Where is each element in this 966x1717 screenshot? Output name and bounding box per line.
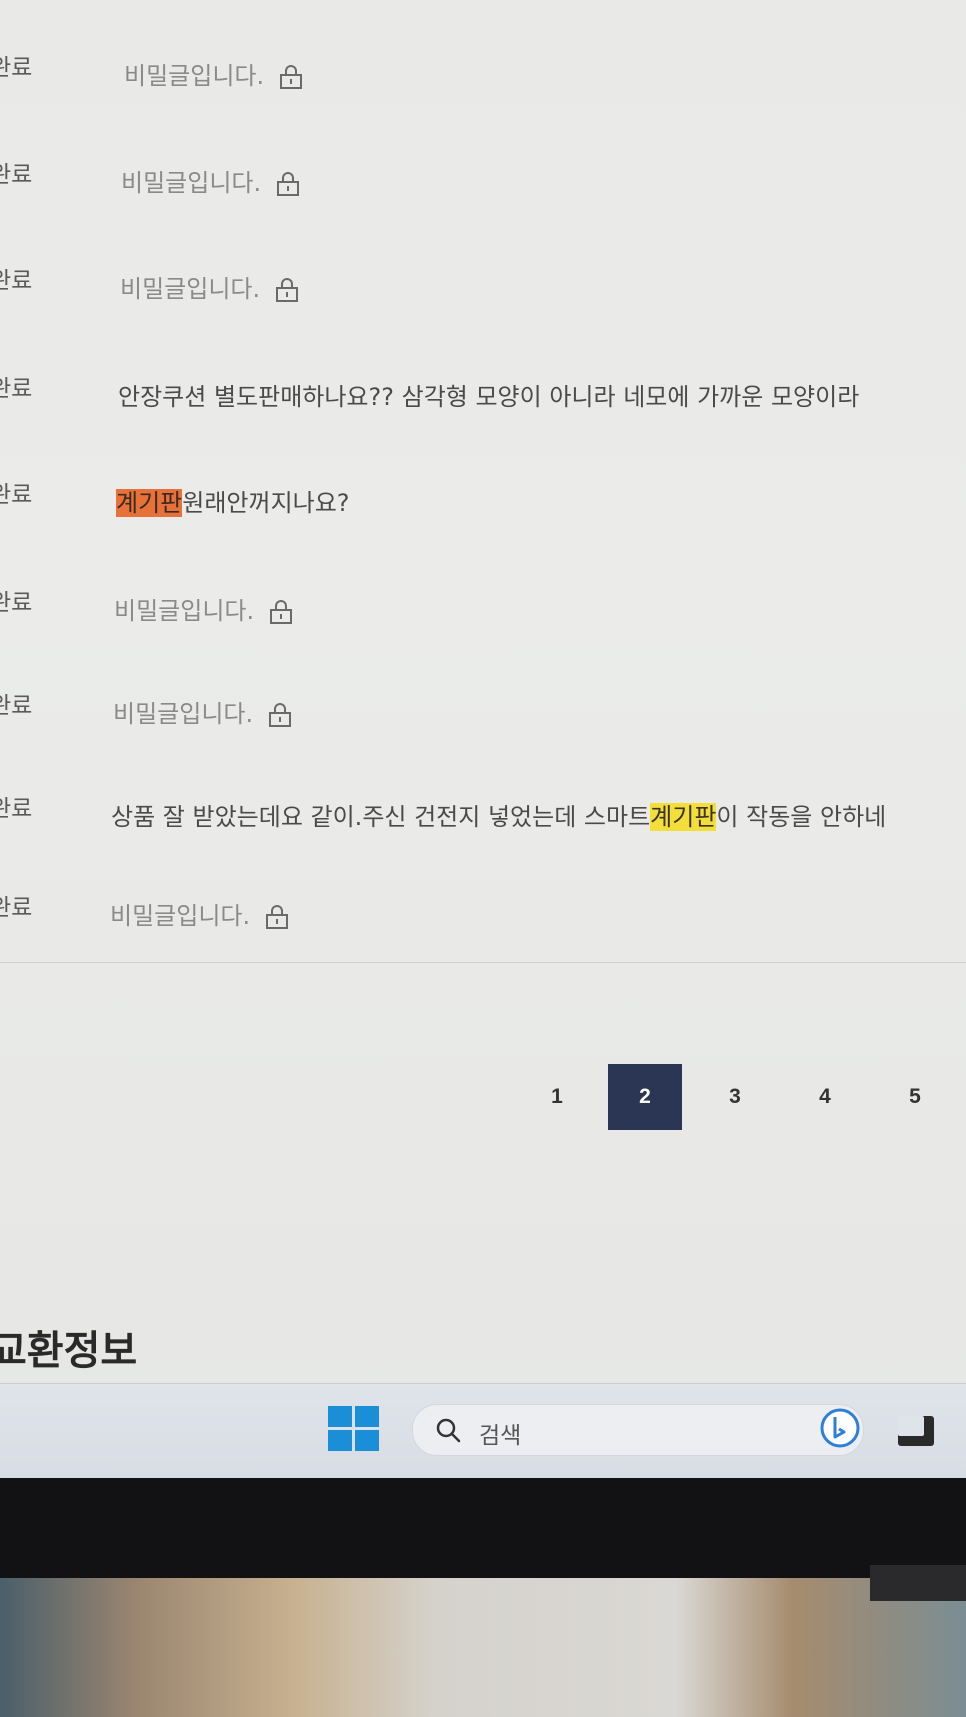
post-title[interactable]: 비밀글입니다. [121, 163, 301, 198]
lock-icon [269, 703, 292, 727]
answer-status: 완료 [0, 376, 33, 402]
post-title[interactable]: 상품 잘 받았는데요 같이.주신 건전지 넣었는데 스마트계기판이 작동을 안하… [111, 797, 886, 832]
lock-icon [276, 278, 299, 302]
post-title[interactable]: 비밀글입니다. [114, 591, 294, 626]
search-highlight: 계기판 [650, 803, 717, 831]
answer-status: 완료 [0, 693, 33, 719]
section-title: 교환정보 [0, 1328, 138, 1374]
table-row[interactable]: 완료 계기판원래안꺼지나요? [0, 475, 966, 535]
search-icon [436, 1418, 461, 1443]
search-highlight: 계기판 [116, 489, 183, 517]
lock-icon [270, 600, 293, 624]
bing-icon[interactable] [818, 1406, 862, 1450]
page-4-link[interactable]: 4 [788, 1064, 862, 1130]
table-row[interactable]: 완료 안장쿠션 별도판매하나요?? 삼각형 모양이 아니라 네모에 가까운 모양… [0, 369, 966, 429]
browser-viewport: 완료 비밀글입니다. 완료 비밀글입니다. 완료 비밀글입니다. 완료 안장쿠션… [0, 0, 966, 1478]
lock-icon [266, 905, 289, 929]
table-row[interactable]: 완료 비밀글입니다. [0, 888, 966, 948]
search-placeholder: 검색 [479, 1423, 522, 1449]
post-title[interactable]: 비밀글입니다. [113, 694, 293, 729]
answer-status: 완료 [0, 162, 33, 188]
table-row[interactable]: 완료 비밀글입니다. [0, 48, 966, 108]
post-title[interactable]: 비밀글입니다. [110, 896, 290, 931]
answer-status: 완료 [0, 268, 33, 294]
page-2-link[interactable]: 2 [608, 1064, 682, 1130]
table-row[interactable]: 완료 상품 잘 받았는데요 같이.주신 건전지 넣었는데 스마트계기판이 작동을… [0, 789, 966, 849]
table-row[interactable]: 완료 비밀글입니다. [0, 686, 966, 746]
lock-icon [280, 65, 303, 89]
page-5-link[interactable]: 5 [878, 1064, 952, 1130]
task-view-icon[interactable] [898, 1416, 934, 1446]
post-title[interactable]: 비밀글입니다. [124, 56, 304, 91]
post-title[interactable]: 계기판원래안꺼지나요? [116, 483, 350, 518]
answer-status: 완료 [0, 796, 33, 822]
windows-taskbar: 검색 [0, 1383, 966, 1478]
device-edge [870, 1565, 966, 1601]
lock-icon [277, 172, 300, 196]
table-divider [0, 962, 966, 963]
monitor-bezel [0, 1478, 966, 1578]
answer-status: 완료 [0, 482, 33, 508]
windows-logo-icon[interactable] [328, 1406, 380, 1452]
page-3-link[interactable]: 3 [698, 1064, 772, 1130]
table-row[interactable]: 완료 비밀글입니다. [0, 583, 966, 643]
taskbar-search-box[interactable]: 검색 [412, 1404, 864, 1456]
answer-status: 완료 [0, 590, 33, 616]
answer-status: 완료 [0, 55, 33, 81]
post-title[interactable]: 비밀글입니다. [120, 269, 300, 304]
page-1-link[interactable]: 1 [520, 1064, 594, 1130]
post-title[interactable]: 안장쿠션 별도판매하나요?? 삼각형 모양이 아니라 네모에 가까운 모양이라 [118, 377, 859, 412]
table-row[interactable]: 완료 비밀글입니다. [0, 155, 966, 215]
table-row[interactable]: 완료 비밀글입니다. [0, 261, 966, 321]
desk-background [0, 1578, 966, 1717]
answer-status: 완료 [0, 895, 33, 921]
